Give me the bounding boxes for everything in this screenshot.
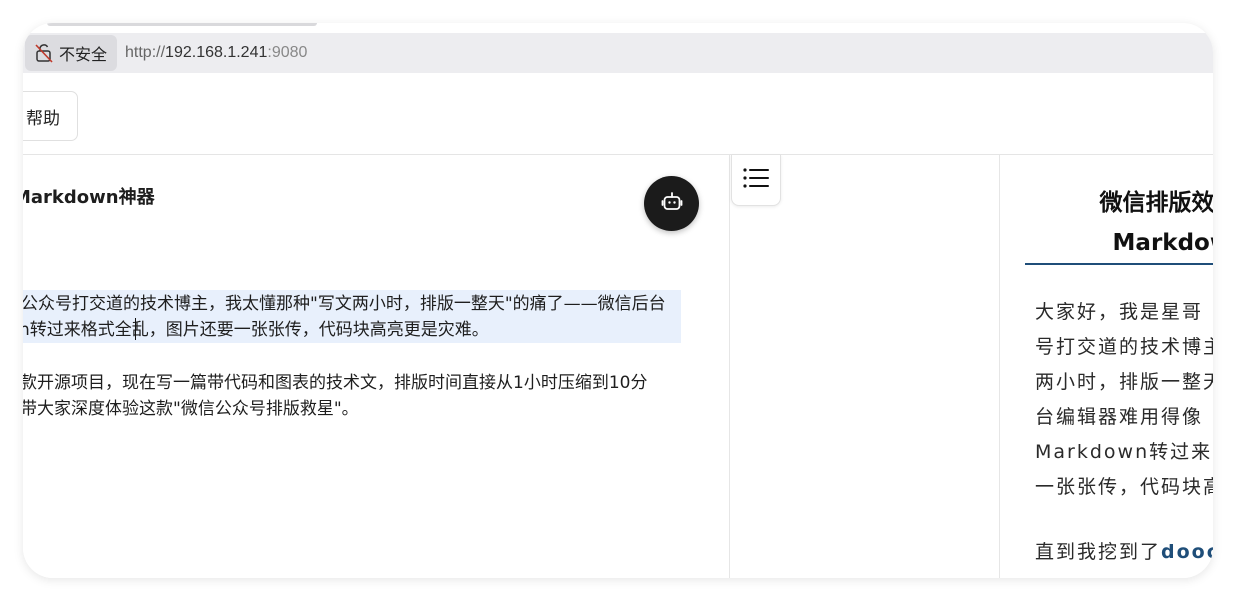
preview-paragraph-line: 两小时，排版一整天: [1035, 371, 1213, 393]
preview-highlight-text: doocs: [1161, 541, 1213, 563]
preview-heading-line: Markdown: [1112, 230, 1213, 256]
heading-underline: [1025, 263, 1213, 265]
url-host: 192.168.1.241: [165, 44, 268, 61]
wechat-preview[interactable]: 微信排版效率炸 Markdown 大家好，我是星哥 号打交道的技术博主 两小时，…: [1000, 155, 1213, 578]
preview-paragraph-line: 大家好，我是星哥: [1035, 301, 1204, 323]
markdown-editor[interactable]: Markdown神器 公众号打交道的技术博主，我太懂那种"写文两小时，排版一整天…: [23, 155, 730, 578]
editor-title: Markdown神器: [23, 187, 155, 208]
editor-line: 公众号打交道的技术博主，我太懂那种"写文两小时，排版一整天"的痛了——微信后台: [23, 294, 666, 314]
preview-line-text: 直到我挖到了: [1035, 541, 1162, 563]
preview-paragraph-line: 号打交道的技术博主: [1035, 336, 1213, 358]
text-caret: [135, 318, 136, 340]
help-button-label: 帮助: [26, 108, 60, 129]
editor-line: 带大家深度体验这款"微信公众号排版救星"。: [23, 399, 359, 419]
toc-toggle-button[interactable]: [731, 155, 781, 206]
robot-icon: [660, 190, 684, 218]
list-icon: [742, 166, 770, 194]
security-label: 不安全: [59, 45, 108, 64]
tab-strip: [47, 23, 317, 26]
outline-panel: [730, 155, 1000, 578]
help-button[interactable]: 帮助: [23, 91, 78, 141]
preview-paragraph-line: Markdown转过来: [1035, 441, 1213, 463]
preview-paragraph-line: 台编辑器难用得像: [1035, 406, 1204, 428]
preview-paragraph-line: 直到我挖到了doocs: [1035, 535, 1213, 570]
url-text[interactable]: http://192.168.1.241:9080: [125, 44, 307, 62]
app-toolbar: 帮助: [23, 79, 1213, 155]
editor-line: 款开源项目，现在写一篇带代码和图表的技术文，排版时间直接从1小时压缩到10分: [23, 373, 648, 393]
security-indicator[interactable]: 不安全: [25, 35, 118, 71]
editor-line: n转过来格式全乱，图片还要一张张传，代码块高亮更是灾难。: [23, 320, 489, 340]
preview-heading-line: 微信排版效率炸: [1099, 190, 1214, 216]
address-bar[interactable]: 不安全 http://192.168.1.241:9080: [23, 33, 1213, 73]
preview-heading: 微信排版效率炸 Markdown: [1000, 183, 1214, 263]
preview-paragraph-line: 一张张传，代码块高: [1035, 476, 1213, 498]
url-scheme: http://: [125, 44, 166, 61]
unlocked-icon: [35, 43, 53, 63]
url-port: :9080: [267, 44, 308, 61]
browser-window: 不安全 http://192.168.1.241:9080 帮助 Markdow…: [23, 23, 1213, 578]
ai-assistant-button[interactable]: [644, 176, 699, 231]
